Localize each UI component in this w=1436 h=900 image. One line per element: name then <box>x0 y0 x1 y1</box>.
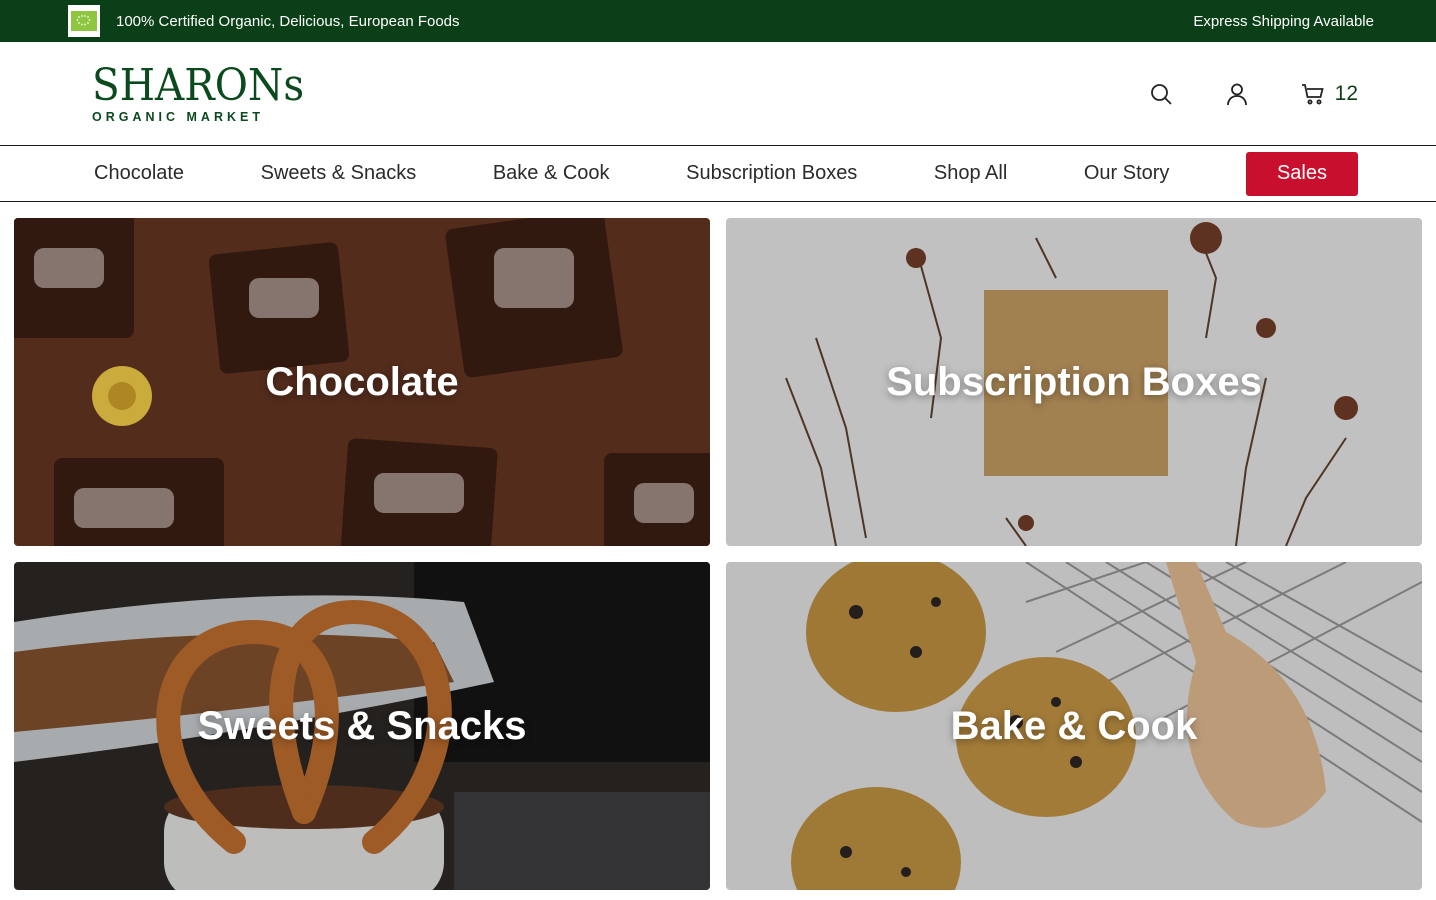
cart-icon <box>1301 83 1324 104</box>
tile-label: Chocolate <box>265 359 459 404</box>
nav-item-shop-all[interactable]: Shop All <box>934 162 1007 185</box>
brand-logo[interactable]: SHARONs ORGANIC MARKET <box>92 59 323 124</box>
tile-label: Sweets & Snacks <box>197 703 527 748</box>
announcement-bar: 100% Certified Organic, Delicious, Europ… <box>0 0 1436 42</box>
user-icon <box>1226 83 1247 105</box>
cart-count: 12 <box>1334 81 1358 105</box>
main-nav: Chocolate Sweets & Snacks Bake & Cook Su… <box>0 145 1436 202</box>
tile-label: Subscription Boxes <box>886 359 1262 404</box>
site-header: SHARONs ORGANIC MARKET 12 <box>0 42 1436 145</box>
tile-label: Bake & Cook <box>950 703 1198 748</box>
announcement-left: 100% Certified Organic, Delicious, Europ… <box>68 5 460 37</box>
category-tile-chocolate[interactable]: Chocolate <box>14 218 710 546</box>
nav-item-sweets-snacks[interactable]: Sweets & Snacks <box>261 162 417 185</box>
account-button[interactable] <box>1225 82 1249 106</box>
brand-name: SHARONs <box>92 59 305 111</box>
nav-item-our-story[interactable]: Our Story <box>1084 162 1170 185</box>
announcement-text: 100% Certified Organic, Delicious, Europ… <box>116 12 460 30</box>
cart-button[interactable]: 12 <box>1301 82 1358 106</box>
shipping-text: Express Shipping Available <box>1193 12 1374 30</box>
nav-item-chocolate[interactable]: Chocolate <box>94 162 184 185</box>
header-actions: 12 <box>1149 82 1358 106</box>
search-button[interactable] <box>1149 82 1173 106</box>
nav-sales-button[interactable]: Sales <box>1245 151 1358 196</box>
category-tile-sweets-snacks[interactable]: Sweets & Snacks <box>14 562 710 890</box>
nav-item-subscription-boxes[interactable]: Subscription Boxes <box>686 162 857 185</box>
category-tile-subscription-boxes[interactable]: Subscription Boxes <box>726 218 1422 546</box>
category-tile-bake-cook[interactable]: Bake & Cook <box>726 562 1422 890</box>
brand-tagline: ORGANIC MARKET <box>92 109 264 124</box>
nav-item-bake-cook[interactable]: Bake & Cook <box>493 162 610 185</box>
eu-organic-leaf-icon <box>68 5 100 37</box>
search-icon <box>1150 83 1172 105</box>
